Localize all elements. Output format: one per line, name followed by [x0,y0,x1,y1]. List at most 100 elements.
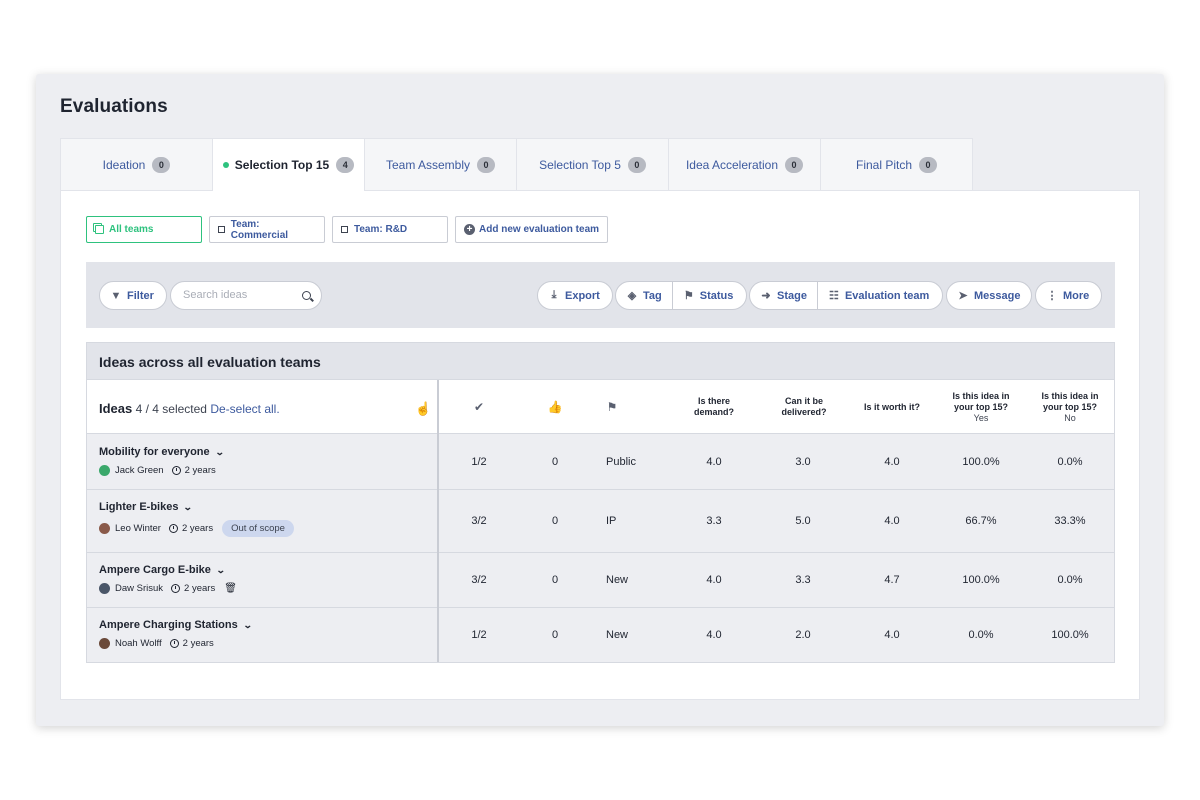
status-label: Status [699,289,734,302]
tab-count-badge: 0 [627,156,646,173]
trash-icon[interactable]: 🗑 [224,583,237,594]
avatar [99,583,110,594]
column-demand[interactable]: Is there demand? [677,380,751,434]
top15-yes-cell: 0.0% [968,629,994,641]
flag-icon: ⚑ [683,290,694,302]
search-box [170,281,322,310]
team-filter-bar: All teams Team: Commercial Team: R&D + A… [86,216,615,243]
ideas-table: Ideas across all evaluation teams Ideas … [86,342,1115,663]
tab-label: Ideation [102,157,146,172]
table-row[interactable]: Mobility for everyone ⌄ Jack Green 2 year… [87,435,1114,490]
author-name: Noah Wolff [115,638,162,649]
worth-cell: 4.0 [884,456,900,468]
idea-title-text: Mobility for everyone [99,446,210,458]
export-button[interactable]: ⤓ Export [537,281,613,310]
tab-idea-acceleration[interactable]: Idea Acceleration 0 [668,138,821,190]
tab-label: Selection Top 15 [234,158,330,172]
tab-team-assembly[interactable]: Team Assembly 0 [364,138,517,190]
idea-title[interactable]: Ampere Cargo E-bike ⌄ [99,564,226,576]
active-dot-icon [222,162,229,168]
chevron-down-icon[interactable]: ⌄ [243,620,253,631]
tab-final-pitch[interactable]: Final Pitch 0 [820,138,973,190]
votes-cell: 3/2 [471,574,487,586]
table-row[interactable]: Lighter E-bikes ⌄ Leo Winter 2 years Out … [87,490,1114,553]
table-row[interactable]: Ampere Cargo E-bike ⌄ Daw Srisuk 2 years … [87,553,1114,608]
tab-ideation[interactable]: Ideation 0 [60,138,213,190]
top15-no-cell: 0.0% [1057,574,1083,586]
avatar [99,465,110,476]
idea-meta: Daw Srisuk 2 years 🗑 [99,583,237,594]
idea-age: 2 years [184,583,216,594]
column-divider[interactable] [437,380,439,662]
idea-meta: Leo Winter 2 years Out of scope [99,520,294,537]
tab-count-badge: 4 [336,157,355,173]
delivered-cell: 3.0 [795,456,811,468]
column-title: Is it worth it? [864,401,920,412]
column-title: Is this idea in your top 15? [1041,390,1099,412]
filter-label: Filter [127,289,154,302]
more-vertical-icon: ⋮ [1046,290,1058,302]
team-label: Add new evaluation team [479,224,600,235]
stage-button[interactable]: ➜ Stage [750,282,817,309]
column-worth[interactable]: Is it worth it? [851,380,933,434]
author-name: Jack Green [115,465,164,476]
column-top15-yes[interactable]: Is this idea in your top 15? Yes [945,380,1017,434]
search-input[interactable] [183,289,293,301]
author-name: Daw Srisuk [115,583,164,594]
idea-age: 2 years [181,523,214,534]
delivered-cell: 2.0 [795,629,811,641]
top15-no-cell: 0.0% [1057,456,1083,468]
demand-cell: 3.3 [706,515,722,527]
status-button[interactable]: ⚑ Status [671,282,744,309]
add-evaluation-team-button[interactable]: + Add new evaluation team [455,216,609,243]
chevron-down-icon[interactable]: ⌄ [215,447,225,458]
worth-cell: 4.0 [884,515,900,527]
arrow-right-icon: ➜ [761,290,771,302]
status-badge[interactable]: Out of scope [222,520,294,537]
all-teams-button[interactable]: All teams [86,216,202,243]
tab-selection-top-5[interactable]: Selection Top 5 0 [516,138,669,190]
team-commercial-button[interactable]: Team: Commercial [209,216,325,243]
worth-cell: 4.0 [884,629,900,641]
column-subtitle: Yes [973,412,989,423]
search-icon[interactable] [302,291,311,300]
demand-cell: 4.0 [706,629,722,641]
tab-label: Final Pitch [855,157,913,172]
column-delivered[interactable]: Can it be delivered? [767,380,841,434]
column-likes[interactable]: 👍 [515,380,595,434]
likes-cell: 0 [551,515,559,527]
copy-icon [95,225,104,234]
column-votes[interactable]: ✔ [439,380,519,434]
table-row[interactable]: Ampere Charging Stations ⌄ Noah Wolff 2 y… [87,608,1114,662]
deselect-all-link[interactable]: De-select all. [210,402,279,416]
tab-count-badge: 0 [785,156,804,173]
votes-cell: 3/2 [471,515,487,527]
evaluation-panel: All teams Team: Commercial Team: R&D + A… [60,190,1140,700]
ideas-selection-summary: Ideas 4 / 4 selected De-select all. [99,401,280,416]
idea-title[interactable]: Ampere Charging Stations ⌄ [99,619,253,631]
worth-cell: 4.7 [884,574,900,586]
top15-yes-cell: 100.0% [962,456,1000,468]
more-label: More [1063,289,1090,302]
idea-title[interactable]: Mobility for everyone ⌄ [99,446,225,458]
chevron-down-icon[interactable]: ⌄ [216,565,226,576]
avatar [99,638,110,649]
column-status[interactable]: ⚑ [592,380,632,434]
ideas-label: Ideas [99,401,133,416]
chevron-down-icon[interactable]: ⌄ [183,502,193,513]
column-top15-no[interactable]: Is this idea in your top 15? No [1034,380,1106,434]
column-title: Is this idea in your top 15? [952,390,1010,412]
table-title: Ideas across all evaluation teams [87,343,1114,380]
tab-selection-top-15[interactable]: Selection Top 15 4 [212,138,365,191]
flag-icon: ⚑ [606,399,618,414]
export-label: Export [565,289,600,302]
tag-button[interactable]: ◈ Tag [616,282,672,309]
idea-meta: Noah Wolff 2 years [99,638,214,649]
idea-title[interactable]: Lighter E-bikes ⌄ [99,501,193,513]
filter-button[interactable]: ▼ Filter [99,281,167,310]
message-button[interactable]: ➤ Message [946,281,1032,310]
evaluation-team-button[interactable]: ☷ Evaluation team [816,282,939,309]
more-button[interactable]: ⋮ More [1035,281,1102,310]
clock-icon [171,466,181,475]
team-rnd-button[interactable]: Team: R&D [332,216,448,243]
